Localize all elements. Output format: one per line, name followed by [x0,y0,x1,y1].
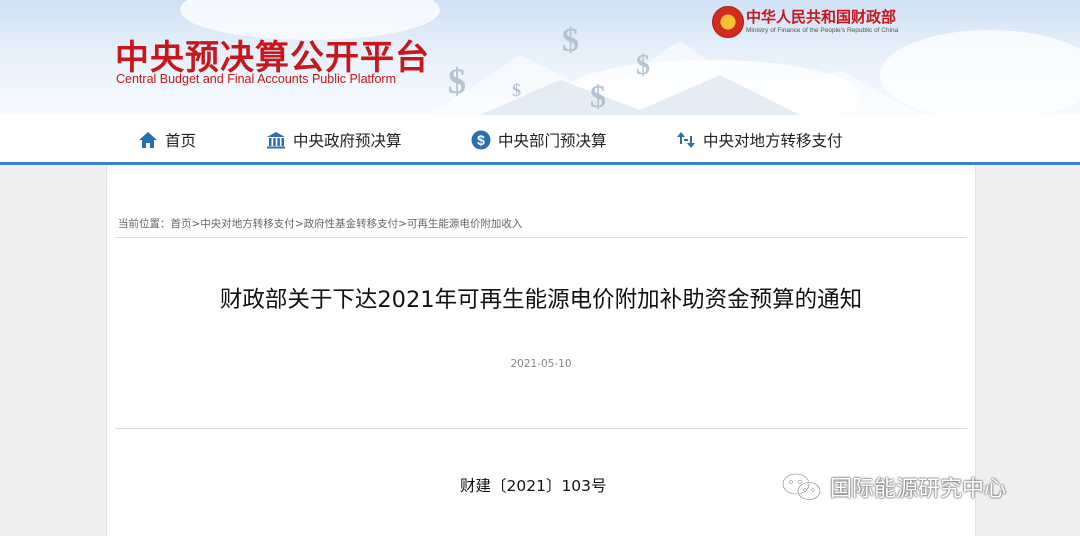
transfer-arrows-icon [677,132,695,148]
nav-item-central-transfer-payments[interactable]: 中央对地方转移支付 [676,129,843,151]
article-title: 财政部关于下达2021年可再生能源电价附加补助资金预算的通知 [219,287,863,313]
nav-item-home[interactable]: 首页 [138,129,196,151]
national-emblem-icon [712,6,744,38]
dollar-decoration-icon: $ [512,80,521,100]
home-icon [139,132,157,148]
ministry-name-english: Ministry of Finance of the People's Repu… [746,27,899,34]
dollar-circle-icon: $ [471,130,491,150]
svg-text:$: $ [477,132,485,148]
wechat-watermark: 国际能源研究中心 [780,470,1006,504]
wechat-icon [781,472,822,501]
breadcrumb-item-government-fund-transfers[interactable]: 政府性基金转移支付 [304,218,399,230]
nav-item-label: 中央对地方转移支付 [703,132,843,150]
breadcrumb-separator: > [191,218,201,230]
breadcrumb-divider [115,237,967,238]
article-date: 2021-05-10 [510,358,572,370]
breadcrumb-separator: > [294,218,304,230]
breadcrumb-separator: > [398,218,407,230]
dollar-decoration-icon: $ [636,50,650,81]
article-header-divider [115,428,967,429]
ministry-logo[interactable]: 中华人民共和国财政部 Ministry of Finance of the Pe… [712,6,932,40]
dollar-decoration-icon: $ [448,61,466,101]
dollar-decoration-icon: $ [590,78,606,114]
site-subtitle: Central Budget and Final Accounts Public… [116,72,397,86]
watermark-text: 国际能源研究中心 [830,477,1007,502]
government-building-icon [267,132,285,149]
nav-item-label: 首页 [165,132,197,150]
document-number: 财建〔2021〕103号 [460,477,607,495]
breadcrumb-item-renewable-surcharge[interactable]: 可再生能源电价附加收入 [407,218,523,230]
site-header: $ $ $ $ $ 中央预决算公开平台 Central Budget and F… [0,0,1080,115]
nav-item-central-government-budget[interactable]: 中央政府预决算 [266,129,402,151]
breadcrumb-item-home[interactable]: 首页 [171,218,192,230]
dollar-decoration-icon: $ [562,22,579,59]
nav-item-label: 中央政府预决算 [293,132,402,150]
nav-item-label: 中央部门预决算 [498,132,607,150]
breadcrumb-item-transfer-payments[interactable]: 中央对地方转移支付 [200,218,295,230]
breadcrumb-prefix: 当前位置： [118,218,171,230]
ministry-name: 中华人民共和国财政部 [746,8,897,26]
main-nav: 首页 中央政府预决算 $ 中央部门预决算 中央对地方转移支付 [0,115,1080,162]
breadcrumb: 当前位置：首页>中央对地方转移支付>政府性基金转移支付>可再生能源电价附加收入 [118,216,522,231]
nav-item-central-department-budget[interactable]: $ 中央部门预决算 [471,129,607,151]
